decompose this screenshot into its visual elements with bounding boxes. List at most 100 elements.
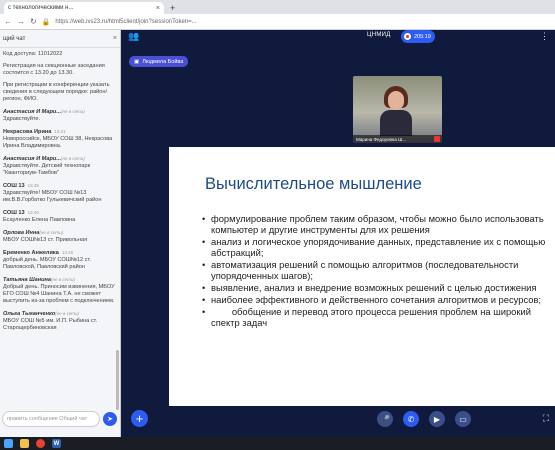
bullet-marker-icon: •	[202, 236, 206, 247]
bullet-marker-icon: •	[202, 282, 206, 293]
meeting-area: 👥 ЦНМИД 205:19 ⋮ ▣ Людмила Бойва Марина …	[121, 30, 555, 437]
slide-bullet: • наиболее эффективного и действенного со…	[202, 294, 555, 305]
camera-icon[interactable]: ▶	[429, 411, 445, 427]
slide-bullet-text: автоматизация решений с помощью алгоритм…	[211, 259, 521, 281]
chat-message-text: МБОУ СОШ№13 ст. Привольная	[3, 237, 88, 243]
chat-message: СОШ 13 13:45 Здравствуйте! МБОУ СОШ №13 им…	[3, 182, 117, 204]
plus-icon[interactable]: +	[131, 410, 148, 427]
slide-bullet-text: наиболее эффективного и действенного соч…	[211, 294, 542, 305]
bullet-marker-icon: •	[202, 259, 206, 270]
chat-message-text: Есауленко Елена Павловна	[3, 217, 76, 223]
video-caption: Марина Федоровна Ш...	[353, 135, 442, 143]
chat-message-author: Татьяна Шанина(не в сети)	[3, 277, 75, 283]
lock-icon[interactable]: 🔒	[42, 18, 51, 26]
chat-message-author: Орлова Инна(не в сети)	[3, 230, 64, 236]
chat-panel: щий чат × Код доступа: 11012022 Регистрац…	[0, 30, 121, 437]
slide-bullet: • автоматизация решений с помощью алгорит…	[202, 259, 555, 281]
slide-bullet-text: обобщение и перевод этого процесса решен…	[211, 306, 534, 328]
bullet-marker-icon: •	[202, 213, 206, 224]
browser-tab[interactable]: с технологическими н... ×	[4, 2, 164, 14]
chat-message-time: 13:46	[61, 250, 74, 255]
muted-mic-icon	[434, 136, 440, 142]
bullet-marker-icon: •	[202, 306, 206, 317]
chat-message: Ольга Тыганченко(не в сети) МБОУ СОШ №5 и…	[3, 310, 117, 332]
chat-message-author: Анастасия И Мари...(не в сети)	[3, 156, 85, 162]
chat-message: СОШ 13 13:46 Есауленко Елена Павловна	[3, 209, 117, 224]
slide-bullet: • анализ и логическое упорядочивание данн…	[202, 236, 555, 258]
record-time: 205:19	[414, 33, 431, 40]
chat-message-status: (не в сети)	[51, 277, 75, 282]
menu-dots-icon[interactable]: ⋮	[540, 31, 549, 42]
url-field[interactable]: https://web.ivs23.ru/html5client/join?se…	[55, 19, 196, 25]
chat-input[interactable]: править сообщение Общий чат	[2, 411, 100, 427]
room-title: ЦНМИД	[367, 32, 391, 38]
chat-message: Анастасия И Мари...(не в сети) Здравствуй…	[3, 155, 117, 177]
back-icon[interactable]: ←	[4, 17, 12, 26]
presenter-name: Людмила Бойва	[142, 58, 184, 65]
start-icon[interactable]	[4, 439, 13, 448]
send-icon[interactable]: ➤	[103, 412, 117, 426]
slide-bullet-text: формулирование проблем таким образом, чт…	[211, 213, 547, 235]
chat-close-icon[interactable]: ×	[113, 35, 117, 42]
chat-message-author: СОШ 13 13:46	[3, 210, 39, 216]
chat-message: Татьяна Шанина(не в сети) Добрый день. Пр…	[3, 276, 117, 305]
mic-icon[interactable]: 🎤	[377, 411, 393, 427]
bullet-marker-icon: •	[202, 294, 206, 305]
chat-message-status: (не в сети)	[61, 109, 85, 114]
presenter-badge: ▣ Людмила Бойва	[129, 56, 189, 67]
screen-share-icon[interactable]: ▭	[455, 411, 471, 427]
chat-header: щий чат ×	[0, 30, 120, 48]
phone-icon[interactable]: ✆	[403, 411, 419, 427]
layout-icon[interactable]: ⛶	[543, 413, 549, 424]
word-icon[interactable]: W	[52, 439, 61, 448]
chat-message-status: (не в сети)	[39, 230, 64, 235]
chat-scrollbar[interactable]	[116, 350, 119, 410]
recording-indicator[interactable]: 205:19	[401, 30, 435, 43]
chat-message-author: Анастасия И Мари...(не в сети)	[3, 109, 85, 115]
chat-message-time: 13:46	[27, 210, 39, 215]
reload-icon[interactable]: ↻	[30, 17, 37, 26]
browser-icon[interactable]	[36, 439, 45, 448]
users-icon[interactable]: 👥	[128, 31, 139, 42]
chat-message-author: Еременко Анжелика 13:46	[3, 250, 74, 256]
new-tab-button[interactable]: +	[170, 2, 175, 14]
chat-message: Орлова Инна(не в сети) МБОУ СОШ№13 ст. Пр…	[3, 229, 117, 244]
chat-message-text: Код доступа: 11012022	[3, 51, 63, 57]
folder-icon[interactable]	[20, 439, 29, 448]
chat-message-text: Новороссийск, МБОУ СОШ 38, Некрасова Ири…	[3, 136, 113, 149]
chat-message: При регистрации в конференции указать св…	[3, 82, 117, 103]
chat-message: Регистрация на секционные заседания сост…	[3, 63, 117, 77]
chat-message-text: Здравствуйте.	[3, 116, 41, 122]
chat-message-status: (не в сети)	[61, 156, 85, 161]
chat-message-text: Здравствуйте! МБОУ СОШ №13 им.В.В.Горбат…	[3, 190, 102, 203]
taskbar: W	[0, 437, 555, 450]
address-bar: ← → ↻ 🔒 https://web.ivs23.ru/html5client…	[0, 14, 555, 30]
chat-message-time: 13:21	[54, 129, 66, 134]
forward-icon[interactable]: →	[17, 17, 25, 26]
chat-message-author: СОШ 13 13:45	[3, 183, 39, 189]
chat-message: Код доступа: 11012022	[3, 51, 117, 58]
participant-figure	[380, 86, 412, 136]
chat-message-author: Ольга Тыганченко(не в сети)	[3, 311, 80, 317]
participant-face	[388, 91, 404, 110]
chat-message-time: 13:45	[27, 183, 39, 188]
chat-message-text: Здравствуйте. Детский технопарк "Квантор…	[3, 163, 91, 176]
slide-title: Вычислительное мышление	[205, 175, 422, 193]
browser-tab-bar: с технологическими н... × +	[0, 0, 555, 14]
record-icon	[404, 33, 411, 40]
chat-title: щий чат	[3, 35, 26, 42]
webcam-video[interactable]: Марина Федоровна Ш...	[353, 76, 442, 143]
slide-bullet-text: выявление, анализ и внедрение возможных …	[211, 282, 537, 293]
tab-close-icon[interactable]: ×	[156, 5, 160, 12]
chat-message: Некрасова Ирина 13:21 Новороссийск, МБОУ С…	[3, 128, 117, 150]
slide-bullet: • формулирование проблем таким образом, ч…	[202, 213, 555, 235]
chat-message-text: Регистрация на секционные заседания сост…	[3, 63, 105, 76]
chat-message-status: (не в сети)	[55, 311, 80, 316]
participant-body	[380, 110, 412, 136]
chat-message-author: Некрасова Ирина 13:21	[3, 129, 66, 135]
chat-message-text: Добрый день. Приносим извинения, МБОУ ЕГ…	[3, 284, 115, 304]
chat-message-text: добрый день. МБОУ СОШ№12 ст. Павловской,…	[3, 257, 91, 270]
slide-bullet-text: анализ и логическое упорядочивание данны…	[211, 236, 548, 258]
tab-title: с технологическими н...	[8, 5, 74, 11]
slide-bullets: • формулирование проблем таким образом, ч…	[202, 213, 555, 329]
